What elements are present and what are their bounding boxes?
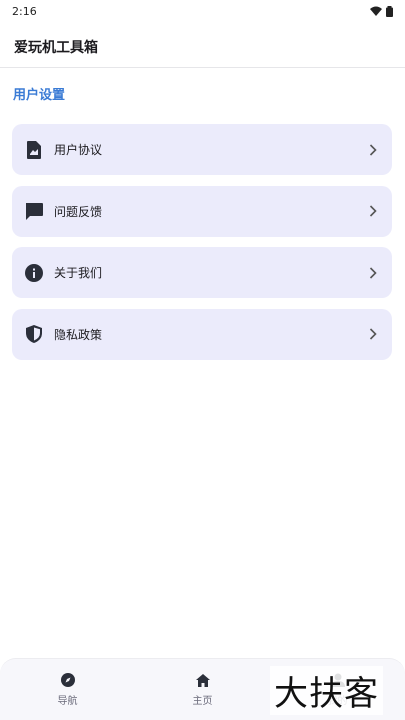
status-icons: [370, 5, 393, 17]
menu-item-privacy-policy[interactable]: 隐私政策: [12, 308, 392, 360]
section-title: 用户设置: [13, 88, 66, 103]
nav-label: 主页: [192, 696, 213, 707]
info-icon: [24, 263, 44, 283]
chevron-right-icon: [366, 266, 380, 280]
status-time: 2:16: [12, 4, 37, 18]
menu-item-label: 隐私政策: [54, 327, 103, 342]
compass-icon: [60, 672, 76, 688]
menu-item-feedback[interactable]: 问题反馈: [12, 185, 392, 237]
battery-icon: [386, 5, 393, 17]
menu-item-label: 问题反馈: [54, 204, 103, 219]
feedback-icon: [24, 201, 44, 221]
chevron-right-icon: [366, 204, 380, 218]
status-bar: 2:16: [0, 0, 405, 22]
nav-label: 导航: [57, 696, 78, 707]
nav-tab-navigation[interactable]: 导航: [18, 672, 118, 707]
wifi-icon: [370, 6, 382, 16]
menu-item-label: 关于我们: [54, 266, 103, 280]
shield-icon: [24, 324, 44, 344]
menu-item-label: 用户协议: [54, 143, 103, 157]
watermark-logo: 大扶客: [270, 666, 383, 715]
settings-menu: 用户协议 问题反馈 关于我们 隐私政策: [12, 124, 392, 370]
menu-item-about-us[interactable]: 关于我们: [12, 247, 392, 298]
menu-item-user-agreement[interactable]: 用户协议: [12, 124, 392, 175]
nav-tab-home[interactable]: 主页: [153, 672, 253, 707]
app-bar: 爱玩机工具箱: [0, 26, 405, 68]
document-icon: [24, 140, 44, 160]
home-icon: [195, 672, 211, 688]
app-title: 爱玩机工具箱: [14, 39, 98, 56]
chevron-right-icon: [366, 327, 380, 341]
chevron-right-icon: [366, 143, 380, 157]
